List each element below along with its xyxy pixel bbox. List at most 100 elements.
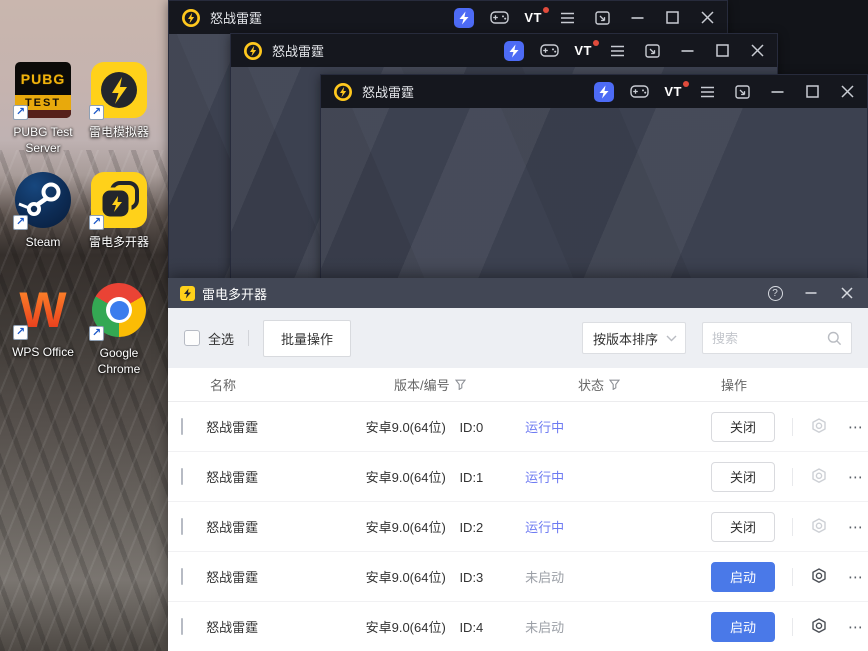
settings-gear-icon[interactable] [808, 416, 830, 438]
select-all-checkbox[interactable] [184, 330, 200, 346]
close-instance-button[interactable]: 关闭 [711, 461, 776, 492]
more-actions-icon[interactable]: ⋯ [844, 618, 868, 636]
desktop-icon-label: 雷电模拟器 [88, 125, 149, 139]
instance-status: 运行中 [525, 520, 565, 535]
desktop-icon-google-chrome[interactable]: ↗ Google Chrome [81, 282, 157, 377]
maximize-icon[interactable] [802, 82, 822, 102]
desktop: PUBG TEST ↗ PUBG Test Server ↗ 雷电模拟器 ↗ S… [0, 0, 868, 651]
action-divider [792, 467, 794, 486]
shrink-window-icon[interactable] [592, 8, 612, 28]
shortcut-arrow-icon: ↗ [13, 215, 28, 230]
emulator-window-3: 怒战雷霆 VT [320, 74, 868, 284]
maximize-icon[interactable] [712, 41, 732, 61]
minimize-icon[interactable] [767, 82, 787, 102]
manager-titlebar[interactable]: 雷电多开器 ? [168, 278, 868, 308]
manager-app-icon [180, 285, 195, 301]
close-icon[interactable] [747, 41, 767, 61]
desktop-icon-multi-instance[interactable]: ↗ 雷电多开器 [81, 172, 157, 250]
filter-icon[interactable] [454, 379, 466, 390]
chevron-down-icon [666, 335, 677, 341]
batch-operations-button[interactable]: 批量操作 [263, 319, 352, 357]
sort-dropdown-value: 按版本排序 [593, 331, 659, 347]
menu-icon[interactable] [607, 41, 627, 61]
instance-id: ID:2 [459, 520, 484, 535]
more-actions-icon[interactable]: ⋯ [844, 418, 868, 436]
row-checkbox[interactable] [181, 518, 183, 535]
app-logo-icon [181, 8, 201, 28]
emulator-titlebar[interactable]: 怒战雷霆 VT [321, 75, 867, 108]
minimize-icon[interactable] [627, 8, 647, 28]
boost-icon[interactable] [504, 40, 525, 61]
vt-badge[interactable]: VT [664, 81, 689, 99]
gamepad-icon[interactable] [489, 8, 509, 28]
row-checkbox[interactable] [181, 418, 183, 435]
instance-status: 运行中 [525, 470, 565, 485]
table-header: 名称 版本/编号 状态 操作 [168, 368, 868, 402]
emulator-titlebar[interactable]: 怒战雷霆 VT [231, 34, 777, 67]
instance-name: 怒战雷霆 [206, 570, 259, 585]
vt-badge[interactable]: VT [574, 40, 599, 58]
close-icon[interactable] [838, 284, 856, 302]
settings-gear-icon[interactable] [808, 616, 830, 638]
desktop-icon-label: Google Chrome [97, 346, 141, 377]
minimize-icon[interactable] [802, 284, 820, 302]
instance-row: 怒战雷霆 安卓9.0(64位) ID:3 未启动 启动 ⋯ [168, 552, 868, 602]
instance-id: ID:3 [459, 570, 484, 585]
window-title: 怒战雷霆 [272, 44, 325, 59]
desktop-icon-label: PUBG Test Server [13, 125, 73, 156]
desktop-icon-wps-office[interactable]: W ↗ WPS Office [5, 282, 81, 360]
search-input[interactable] [712, 330, 827, 346]
shortcut-arrow-icon: ↗ [13, 105, 28, 120]
sort-dropdown[interactable]: 按版本排序 [582, 322, 686, 354]
instance-row: 怒战雷霆 安卓9.0(64位) ID:1 运行中 关闭 ⋯ [168, 452, 868, 502]
emulator-titlebar[interactable]: 怒战雷霆 VT [169, 1, 727, 34]
instance-id: ID:0 [459, 420, 484, 435]
close-instance-button[interactable]: 关闭 [711, 511, 776, 542]
menu-icon[interactable] [557, 8, 577, 28]
filter-icon[interactable] [609, 379, 621, 390]
header-status: 状态 [578, 378, 605, 393]
menu-icon[interactable] [697, 82, 717, 102]
close-icon[interactable] [837, 82, 857, 102]
shortcut-arrow-icon: ↗ [89, 105, 104, 120]
header-version: 版本/编号 [394, 378, 450, 393]
help-icon[interactable]: ? [766, 284, 784, 302]
more-actions-icon[interactable]: ⋯ [844, 568, 868, 586]
minimize-icon[interactable] [677, 41, 697, 61]
instance-row: 怒战雷霆 安卓9.0(64位) ID:0 运行中 关闭 ⋯ [168, 402, 868, 452]
shortcut-arrow-icon: ↗ [13, 325, 28, 340]
instance-status: 运行中 [525, 420, 565, 435]
maximize-icon[interactable] [662, 8, 682, 28]
start-instance-button[interactable]: 启动 [711, 561, 776, 592]
instance-version: 安卓9.0(64位) [365, 570, 446, 585]
emulator-screen[interactable] [321, 108, 867, 283]
boost-icon[interactable] [594, 81, 615, 102]
vt-badge[interactable]: VT [524, 7, 549, 25]
desktop-icon-steam[interactable]: ↗ Steam [5, 172, 81, 250]
boost-icon[interactable] [454, 7, 475, 28]
settings-gear-icon[interactable] [808, 466, 830, 488]
instance-version: 安卓9.0(64位) [365, 470, 446, 485]
more-actions-icon[interactable]: ⋯ [844, 518, 868, 536]
desktop-icon-ldplayer[interactable]: ↗ 雷电模拟器 [81, 62, 157, 140]
start-instance-button[interactable]: 启动 [711, 611, 776, 642]
gamepad-icon[interactable] [629, 82, 649, 102]
row-checkbox[interactable] [181, 568, 183, 585]
settings-gear-icon[interactable] [808, 516, 830, 538]
desktop-icon-pubg-test-server[interactable]: PUBG TEST ↗ PUBG Test Server [5, 62, 81, 156]
shrink-window-icon[interactable] [732, 82, 752, 102]
shrink-window-icon[interactable] [642, 41, 662, 61]
more-actions-icon[interactable]: ⋯ [844, 468, 868, 486]
instance-name: 怒战雷霆 [206, 470, 259, 485]
row-checkbox[interactable] [181, 468, 183, 485]
instance-table: 名称 版本/编号 状态 操作 怒战雷霆 安卓9.0(64位) ID:0 运行中 … [168, 368, 868, 651]
settings-gear-icon[interactable] [808, 566, 830, 588]
gamepad-icon[interactable] [539, 41, 559, 61]
search-icon [827, 331, 842, 345]
select-all-label: 全选 [208, 331, 235, 347]
close-instance-button[interactable]: 关闭 [711, 411, 776, 442]
action-divider [792, 567, 794, 586]
close-icon[interactable] [697, 8, 717, 28]
row-checkbox[interactable] [181, 618, 183, 635]
desktop-icon-label: 雷电多开器 [88, 235, 149, 249]
